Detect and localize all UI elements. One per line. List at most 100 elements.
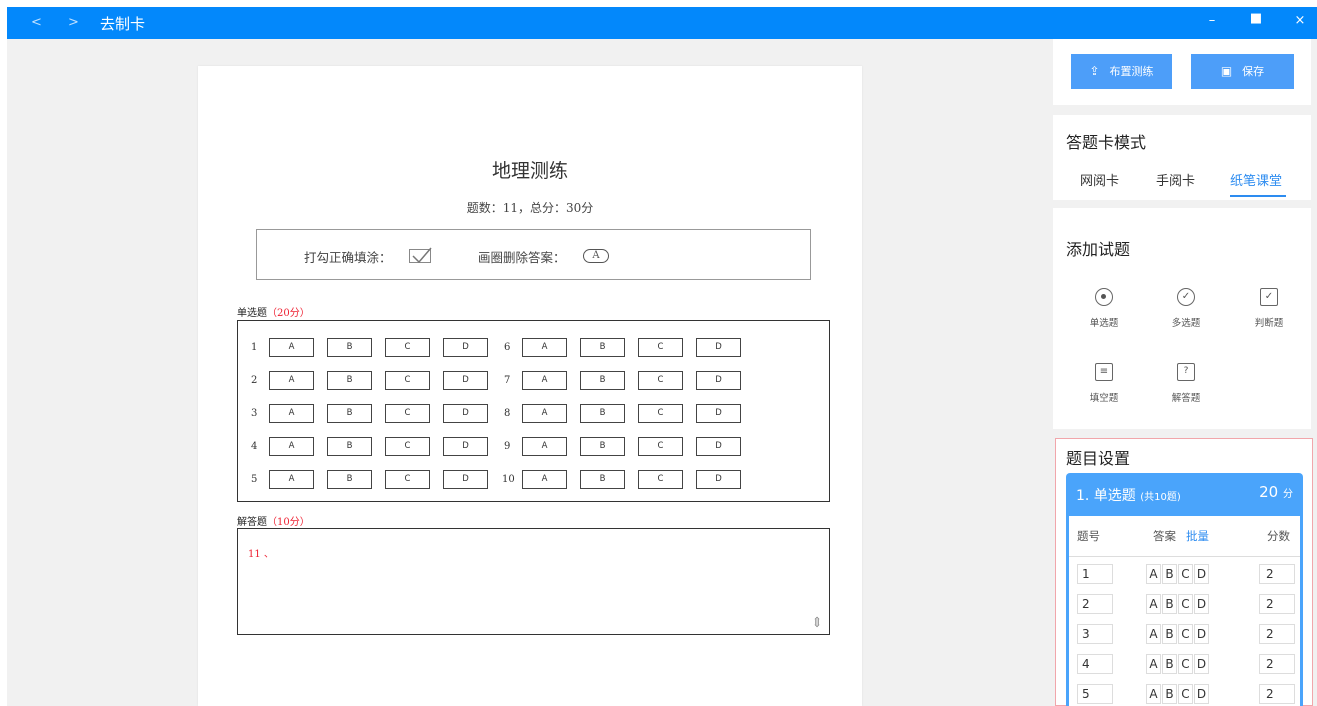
answer-section-name: 解答题	[237, 517, 267, 528]
answer-option[interactable]: A	[522, 371, 567, 390]
answer-letter-button[interactable]: A	[1146, 654, 1161, 674]
publish-button[interactable]: ⇪ 布置测练	[1071, 54, 1172, 89]
answer-option[interactable]: C	[638, 404, 683, 423]
settings-title: 题目设置	[1066, 449, 1131, 468]
maximize-button[interactable]: ■	[1247, 11, 1265, 26]
question-number-field[interactable]: 4	[1077, 654, 1113, 674]
answer-option[interactable]: A	[522, 404, 567, 423]
answer-option[interactable]: B	[327, 371, 372, 390]
add-single-choice[interactable]: 单选题	[1074, 288, 1134, 329]
tab-paper-classroom[interactable]: 纸笔课堂	[1230, 170, 1282, 189]
answer-option[interactable]: C	[385, 371, 430, 390]
score-field[interactable]: 2	[1259, 684, 1295, 704]
answer-option[interactable]: B	[580, 437, 625, 456]
answer-option[interactable]: A	[269, 404, 314, 423]
answer-letter-button[interactable]: A	[1146, 684, 1161, 704]
answer-option[interactable]: B	[327, 437, 372, 456]
answer-option[interactable]: D	[443, 470, 488, 489]
score-field[interactable]: 2	[1259, 654, 1295, 674]
add-open-answer[interactable]: ? 解答题	[1156, 363, 1216, 404]
answer-letter-button[interactable]: D	[1194, 654, 1209, 674]
add-fill-blank[interactable]: ≡ 填空题	[1074, 363, 1134, 404]
answer-option[interactable]: C	[385, 338, 430, 357]
answer-option[interactable]: B	[580, 338, 625, 357]
answer-letter-button[interactable]: D	[1194, 594, 1209, 614]
answer-option[interactable]: D	[696, 470, 741, 489]
question-number-field[interactable]: 3	[1077, 624, 1113, 644]
active-tab-indicator	[1230, 195, 1286, 197]
answer-option[interactable]: B	[580, 470, 625, 489]
save-icon: ▣	[1220, 64, 1233, 78]
answer-option[interactable]: C	[385, 470, 430, 489]
add-true-false[interactable]: ✓ 判断题	[1239, 288, 1299, 329]
question-number-field[interactable]: 5	[1077, 684, 1113, 704]
answer-option[interactable]: D	[696, 338, 741, 357]
question-number: 10	[502, 474, 515, 485]
answer-option[interactable]: B	[327, 404, 372, 423]
answer-letter-button[interactable]: B	[1162, 564, 1177, 584]
resize-handle-icon[interactable]: ⇕	[811, 615, 823, 631]
answer-option[interactable]: B	[327, 470, 372, 489]
answer-letter-button[interactable]: D	[1194, 564, 1209, 584]
minimize-button[interactable]: –	[1203, 13, 1221, 28]
answer-option[interactable]: C	[638, 437, 683, 456]
answer-option[interactable]: A	[522, 470, 567, 489]
answer-letter-button[interactable]: C	[1178, 654, 1193, 674]
answer-option[interactable]: B	[580, 404, 625, 423]
back-button[interactable]: <	[31, 15, 42, 30]
answer-option[interactable]: D	[696, 371, 741, 390]
answer-option[interactable]: C	[638, 371, 683, 390]
score-field[interactable]: 2	[1259, 594, 1295, 614]
answer-letter-button[interactable]: B	[1162, 594, 1177, 614]
answer-letter-button[interactable]: A	[1146, 594, 1161, 614]
answer-option[interactable]: A	[522, 437, 567, 456]
answer-letter-button[interactable]: D	[1194, 624, 1209, 644]
answer-option[interactable]: A	[269, 371, 314, 390]
answer-option[interactable]: B	[580, 371, 625, 390]
answer-option[interactable]: A	[269, 470, 314, 489]
score-field[interactable]: 2	[1259, 624, 1295, 644]
save-button[interactable]: ▣ 保存	[1191, 54, 1294, 89]
question-number: 3	[251, 408, 258, 419]
answer-letter-button[interactable]: B	[1162, 624, 1177, 644]
answer-option[interactable]: C	[638, 338, 683, 357]
answer-option[interactable]: A	[269, 338, 314, 357]
answer-letter-button[interactable]: D	[1194, 684, 1209, 704]
question-number-field[interactable]: 2	[1077, 594, 1113, 614]
answer-option[interactable]: D	[443, 338, 488, 357]
tab-web-grading[interactable]: 网阅卡	[1080, 170, 1119, 189]
answer-option[interactable]: C	[385, 437, 430, 456]
answer-writing-box[interactable]: 11 、 ⇕	[237, 528, 830, 635]
answer-option[interactable]: D	[696, 404, 741, 423]
batch-button[interactable]: 批量	[1186, 528, 1209, 544]
section-header[interactable]: 1. 单选题 (共10题) 20 分	[1066, 473, 1303, 516]
add-multi-choice[interactable]: ✓ 多选题	[1156, 288, 1216, 329]
answer-option[interactable]: C	[385, 404, 430, 423]
answer-option[interactable]: D	[443, 437, 488, 456]
answer-letter-button[interactable]: A	[1146, 624, 1161, 644]
tick-instruction-label: 打勾正确填涂：	[304, 250, 392, 265]
forward-button[interactable]: >	[68, 15, 79, 30]
choice-answer-box: 1ABCD6ABCD2ABCD7ABCD3ABCD8ABCD4ABCD9ABCD…	[237, 320, 830, 502]
answer-option[interactable]: D	[696, 437, 741, 456]
answer-letter-button[interactable]: B	[1162, 684, 1177, 704]
question-number: 9	[504, 441, 511, 452]
section-name: 1. 单选题	[1076, 488, 1136, 504]
answer-letter-button[interactable]: A	[1146, 564, 1161, 584]
answer-letter-button[interactable]: C	[1178, 594, 1193, 614]
question-number-field[interactable]: 1	[1077, 564, 1113, 584]
answer-letter-button[interactable]: C	[1178, 564, 1193, 584]
answer-option[interactable]: D	[443, 371, 488, 390]
answer-option[interactable]: C	[638, 470, 683, 489]
answer-section-label: 解答题（10分）	[237, 513, 310, 528]
score-field[interactable]: 2	[1259, 564, 1295, 584]
answer-option[interactable]: D	[443, 404, 488, 423]
tab-manual-grading[interactable]: 手阅卡	[1156, 170, 1195, 189]
answer-letter-button[interactable]: C	[1178, 684, 1193, 704]
close-button[interactable]: ×	[1291, 13, 1309, 28]
answer-letter-button[interactable]: B	[1162, 654, 1177, 674]
answer-option[interactable]: A	[269, 437, 314, 456]
answer-letter-button[interactable]: C	[1178, 624, 1193, 644]
answer-option[interactable]: A	[522, 338, 567, 357]
answer-option[interactable]: B	[327, 338, 372, 357]
